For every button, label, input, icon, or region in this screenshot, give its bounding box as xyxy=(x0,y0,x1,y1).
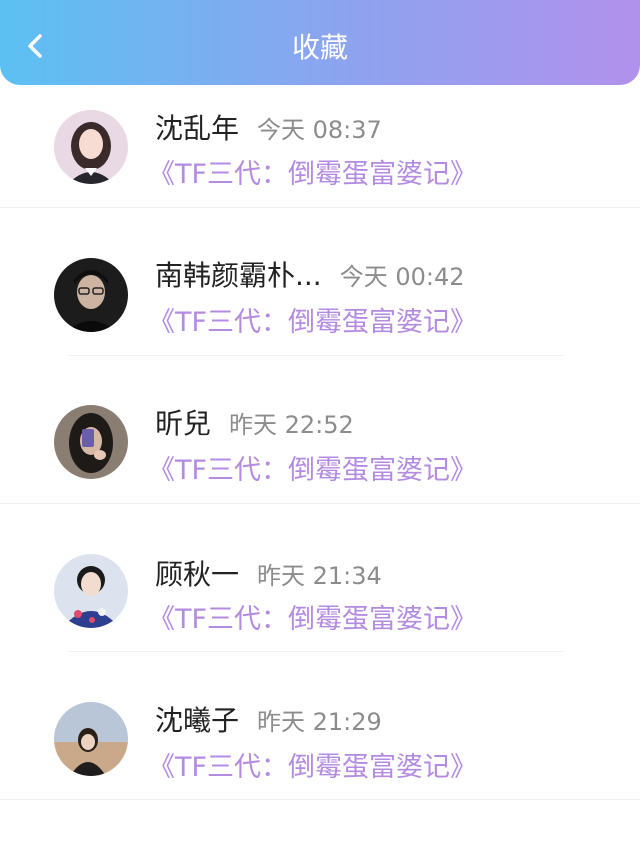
avatar[interactable] xyxy=(54,405,128,479)
avatar[interactable] xyxy=(54,258,128,332)
page-title: 收藏 xyxy=(291,31,348,64)
book-title-link[interactable]: 《TF三代：倒霉蛋富婆记》 xyxy=(148,597,477,636)
book-title-link[interactable]: 《TF三代：倒霉蛋富婆记》 xyxy=(148,745,477,784)
list-item[interactable]: 南韩颜霸朴... 今天 00:42 《TF三代：倒霉蛋富婆记》 xyxy=(0,208,640,356)
book-title-link[interactable]: 《TF三代：倒霉蛋富婆记》 xyxy=(148,300,477,339)
book-title-link[interactable]: 《TF三代：倒霉蛋富婆记》 xyxy=(148,448,477,487)
timestamp: 今天 08:37 xyxy=(257,116,382,144)
user-name: 沈曦子 xyxy=(155,704,240,737)
user-name: 顾秋一 xyxy=(155,558,240,591)
favorite-meta: 昕兒 昨天 22:52 xyxy=(155,402,354,442)
avatar[interactable] xyxy=(54,110,128,184)
top-bar: 收藏 xyxy=(0,0,640,85)
favorite-meta: 沈曦子 昨天 21:29 xyxy=(155,699,382,739)
list-item[interactable]: 沈乱年 今天 08:37 《TF三代：倒霉蛋富婆记》 xyxy=(0,85,640,208)
timestamp: 昨天 22:52 xyxy=(229,411,354,439)
user-name: 沈乱年 xyxy=(155,112,240,145)
book-title-link[interactable]: 《TF三代：倒霉蛋富婆记》 xyxy=(148,152,477,191)
list-item[interactable]: 沈曦子 昨天 21:29 《TF三代：倒霉蛋富婆记》 xyxy=(0,652,640,800)
favorite-meta: 南韩颜霸朴... 今天 00:42 xyxy=(155,254,465,294)
favorites-list: 沈乱年 今天 08:37 《TF三代：倒霉蛋富婆记》 南韩颜霸朴... 今天 0… xyxy=(0,85,640,800)
divider xyxy=(0,799,640,800)
avatar[interactable] xyxy=(54,702,128,776)
timestamp: 今天 00:42 xyxy=(339,263,465,291)
user-name: 昕兒 xyxy=(155,407,212,440)
user-name: 南韩颜霸朴... xyxy=(155,259,322,292)
timestamp: 昨天 21:34 xyxy=(257,562,382,590)
favorite-meta: 顾秋一 昨天 21:34 xyxy=(155,553,382,593)
avatar[interactable] xyxy=(54,554,128,628)
timestamp: 昨天 21:29 xyxy=(257,708,382,736)
list-item[interactable]: 顾秋一 昨天 21:34 《TF三代：倒霉蛋富婆记》 xyxy=(0,504,640,652)
list-item[interactable]: 昕兒 昨天 22:52 《TF三代：倒霉蛋富婆记》 xyxy=(0,356,640,504)
favorite-meta: 沈乱年 今天 08:37 xyxy=(155,107,382,147)
